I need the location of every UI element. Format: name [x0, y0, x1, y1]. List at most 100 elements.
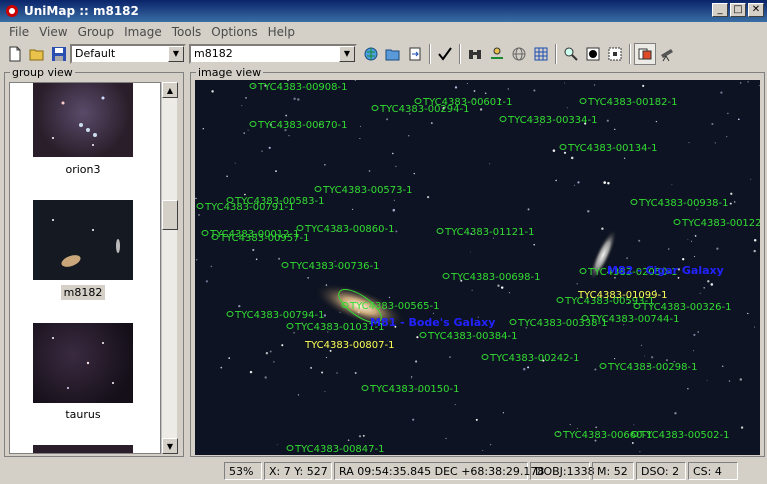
chevron-down-icon[interactable]: ▼ [339, 45, 355, 62]
background-star [321, 371, 324, 374]
magnifier-icon [564, 47, 578, 61]
new-file-button[interactable] [4, 43, 26, 65]
background-star [688, 142, 690, 144]
open-image-button[interactable] [382, 43, 404, 65]
chevron-down-icon[interactable]: ▼ [168, 45, 184, 62]
background-star [639, 451, 641, 453]
save-button[interactable] [48, 43, 70, 65]
profile-select[interactable]: Default ▼ [70, 43, 186, 64]
thumbnail-m8182[interactable] [33, 200, 133, 280]
maximize-button[interactable]: □ [730, 3, 746, 17]
background-star [297, 98, 300, 101]
background-star [392, 208, 396, 212]
thumbnail-taurus[interactable] [33, 323, 133, 403]
background-star [699, 292, 701, 294]
zoom-button[interactable] [560, 43, 582, 65]
background-star [354, 372, 357, 374]
background-star [574, 184, 576, 186]
background-star [697, 331, 699, 333]
star-marker [361, 385, 369, 391]
background-star [677, 277, 680, 279]
dso-label: M82 - Cigar Galaxy [607, 264, 724, 277]
background-star [693, 333, 696, 336]
background-star [714, 142, 716, 144]
star-marker [286, 445, 294, 451]
dso-label: M81 - Bode's Galaxy [370, 316, 495, 329]
background-star [253, 85, 255, 87]
background-star [285, 114, 288, 117]
image-view-label: image view [196, 66, 264, 79]
app-icon [6, 5, 18, 17]
grid-icon [534, 47, 548, 60]
background-star [392, 152, 394, 155]
star-label: TYC4383-00012-1 [209, 229, 300, 240]
background-star [640, 344, 643, 347]
background-star [445, 437, 447, 439]
sky-overlay[interactable]: TYC4383-00908-1TYC4383-00601-1 TYC4383-00… [195, 80, 760, 455]
contrast-button[interactable] [582, 43, 604, 65]
background-star [358, 435, 362, 438]
menu-group[interactable]: Group [73, 25, 120, 39]
layers-button[interactable] [634, 42, 656, 65]
image-select[interactable]: m8182 ▼ [189, 43, 357, 64]
grid-button[interactable] [530, 43, 552, 65]
background-star [275, 170, 277, 172]
menu-help[interactable]: Help [263, 25, 300, 39]
background-star [489, 163, 491, 165]
scroll-thumb[interactable] [162, 200, 178, 230]
thumbnail-orion3[interactable] [33, 83, 133, 157]
star-marker [442, 273, 450, 279]
background-star [255, 258, 258, 261]
background-star [655, 120, 658, 123]
globe-button[interactable] [360, 43, 382, 65]
export-button[interactable] [404, 43, 426, 65]
telescope-button[interactable] [656, 43, 678, 65]
document-arrow-icon [409, 47, 421, 60]
background-star [693, 350, 695, 352]
background-star [720, 91, 723, 94]
binoculars-button[interactable] [464, 43, 486, 65]
scroll-up-button[interactable]: ▲ [162, 82, 178, 98]
open-folder-button[interactable] [26, 43, 48, 65]
menu-options[interactable]: Options [206, 25, 262, 39]
selection-icon [608, 47, 622, 60]
star-marker [371, 105, 379, 111]
background-star [362, 434, 365, 437]
sky-image[interactable]: TYC4383-00908-1 TYC4383-00601-1 TYC4383-00… [195, 80, 760, 455]
thumbnail-next[interactable] [33, 445, 133, 453]
minimize-button[interactable]: _ [712, 3, 728, 17]
menu-tools[interactable]: Tools [167, 25, 207, 39]
background-star [716, 247, 719, 250]
background-star [703, 286, 706, 289]
grid-sphere-button[interactable] [508, 43, 530, 65]
background-star [667, 248, 670, 250]
background-star [533, 89, 536, 92]
background-star [758, 84, 760, 86]
star-label: TYC4383-00334-1 [507, 115, 598, 126]
toolbar: Default ▼ m8182 ▼ [0, 41, 767, 66]
background-star [726, 135, 728, 138]
background-star [278, 257, 281, 260]
select-region-button[interactable] [604, 43, 626, 65]
group-view-scrollbar[interactable]: ▲ ▼ [161, 82, 178, 454]
background-star [633, 424, 635, 426]
menu-view[interactable]: View [34, 25, 72, 39]
align-button[interactable] [486, 43, 508, 65]
check-button[interactable] [434, 43, 456, 65]
group-view-list[interactable]: orion3 m8182 taurus [9, 82, 161, 454]
toolbar-separator [429, 43, 431, 64]
background-star [687, 388, 689, 390]
star-label: TYC4383-00736-1 [289, 261, 380, 272]
background-star [413, 172, 415, 175]
scroll-down-button[interactable]: ▼ [162, 438, 178, 454]
menu-image[interactable]: Image [119, 25, 167, 39]
background-star [614, 128, 616, 131]
title-bar: UniMap :: m8182 _ □ ✕ [0, 0, 767, 22]
menu-file[interactable]: File [4, 25, 34, 39]
star-label: TYC4383-01121-1 [444, 227, 535, 238]
background-star [281, 344, 284, 347]
close-button[interactable]: ✕ [748, 3, 764, 17]
background-star [740, 426, 744, 429]
background-star [694, 235, 697, 237]
background-star [432, 312, 435, 315]
